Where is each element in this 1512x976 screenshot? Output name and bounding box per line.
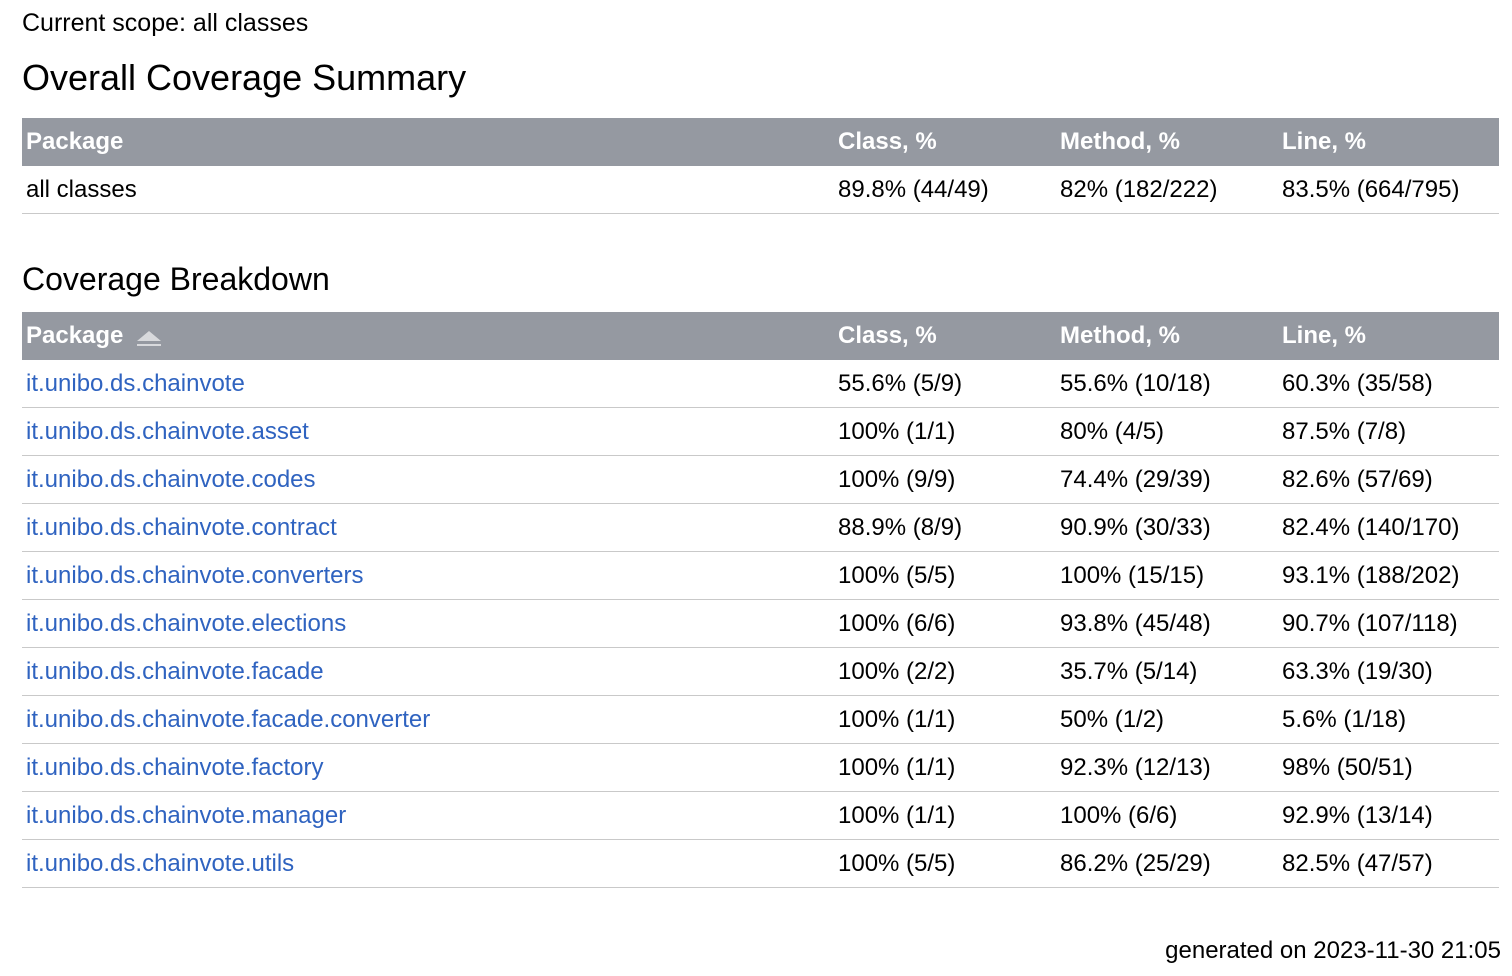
class-coverage: 100% (5/5): [834, 839, 1056, 888]
line-coverage: 82.4% (140/170): [1278, 503, 1499, 552]
table-row: it.unibo.ds.chainvote.facade.converter 10…: [22, 695, 1499, 744]
summary-header-line: Line, %: [1278, 118, 1499, 166]
method-coverage: 93.8% (45/48): [1056, 599, 1278, 648]
method-coverage: 74.4% (29/39): [1056, 455, 1278, 504]
class-coverage: 100% (6/6): [834, 599, 1056, 648]
summary-method-coverage: 82% (182/222): [1056, 166, 1278, 214]
summary-header-package: Package: [22, 118, 834, 166]
method-coverage: 50% (1/2): [1056, 695, 1278, 744]
breakdown-header-row: Package Class, % Method, % Line, %: [22, 312, 1499, 360]
table-row: it.unibo.ds.chainvote.codes 100% (9/9) 74.…: [22, 455, 1499, 504]
line-coverage: 82.5% (47/57): [1278, 839, 1499, 888]
method-coverage: 90.9% (30/33): [1056, 503, 1278, 552]
class-coverage: 100% (5/5): [834, 551, 1056, 600]
breakdown-table: Package Class, % Method, % Line, % it.un…: [22, 312, 1499, 888]
breakdown-header-package[interactable]: Package: [22, 312, 834, 360]
package-link[interactable]: it.unibo.ds.chainvote.factory: [26, 754, 324, 781]
summary-class-coverage: 89.8% (44/49): [834, 166, 1056, 214]
package-link[interactable]: it.unibo.ds.chainvote.facade.converter: [26, 706, 430, 733]
class-coverage: 100% (1/1): [834, 743, 1056, 792]
breakdown-header-package-label[interactable]: Package: [26, 322, 123, 349]
line-coverage: 82.6% (57/69): [1278, 455, 1499, 504]
summary-header-row: Package Class, % Method, % Line, %: [22, 118, 1499, 166]
sort-ascending-icon-underline: [137, 343, 162, 346]
line-coverage: 5.6% (1/18): [1278, 695, 1499, 744]
package-link[interactable]: it.unibo.ds.chainvote.asset: [26, 418, 309, 445]
summary-line-coverage: 83.5% (664/795): [1278, 166, 1499, 214]
method-coverage: 92.3% (12/13): [1056, 743, 1278, 792]
class-coverage: 100% (1/1): [834, 791, 1056, 840]
breakdown-title: Coverage Breakdown: [22, 261, 330, 297]
table-row: it.unibo.ds.chainvote.contract 88.9% (8/9…: [22, 503, 1499, 552]
scope-label: Current scope: all classes: [22, 9, 309, 37]
method-coverage: 35.7% (5/14): [1056, 647, 1278, 696]
method-coverage: 80% (4/5): [1056, 407, 1278, 456]
method-coverage: 86.2% (25/29): [1056, 839, 1278, 888]
table-row: it.unibo.ds.chainvote.utils 100% (5/5) 86.…: [22, 839, 1499, 888]
class-coverage: 100% (2/2): [834, 647, 1056, 696]
breakdown-header-method[interactable]: Method, %: [1056, 312, 1278, 360]
breakdown-header-line[interactable]: Line, %: [1278, 312, 1499, 360]
line-coverage: 87.5% (7/8): [1278, 407, 1499, 456]
table-row: it.unibo.ds.chainvote.asset 100% (1/1) 80%…: [22, 407, 1499, 456]
class-coverage: 100% (9/9): [834, 455, 1056, 504]
package-link[interactable]: it.unibo.ds.chainvote.manager: [26, 802, 346, 829]
method-coverage: 100% (6/6): [1056, 791, 1278, 840]
table-row: it.unibo.ds.chainvote.facade 100% (2/2) 35…: [22, 647, 1499, 696]
line-coverage: 60.3% (35/58): [1278, 360, 1499, 408]
table-row: it.unibo.ds.chainvote.manager 100% (1/1) 1…: [22, 791, 1499, 840]
table-row: it.unibo.ds.chainvote 55.6% (5/9) 55.6% (1…: [22, 360, 1499, 408]
package-link[interactable]: it.unibo.ds.chainvote.contract: [26, 514, 337, 541]
class-coverage: 88.9% (8/9): [834, 503, 1056, 552]
summary-row: all classes 89.8% (44/49) 82% (182/222) …: [22, 166, 1499, 214]
breakdown-body: it.unibo.ds.chainvote 55.6% (5/9) 55.6% (1…: [22, 360, 1499, 888]
generated-timestamp: generated on 2023-11-30 21:05: [1165, 937, 1501, 964]
line-coverage: 93.1% (188/202): [1278, 551, 1499, 600]
breakdown-header-class[interactable]: Class, %: [834, 312, 1056, 360]
table-row: it.unibo.ds.chainvote.factory 100% (1/1) 9…: [22, 743, 1499, 792]
line-coverage: 98% (50/51): [1278, 743, 1499, 792]
line-coverage: 90.7% (107/118): [1278, 599, 1499, 648]
summary-header-method: Method, %: [1056, 118, 1278, 166]
package-link[interactable]: it.unibo.ds.chainvote.facade: [26, 658, 324, 685]
package-link[interactable]: it.unibo.ds.chainvote: [26, 370, 245, 397]
method-coverage: 100% (15/15): [1056, 551, 1278, 600]
summary-title: Overall Coverage Summary: [22, 57, 467, 98]
class-coverage: 100% (1/1): [834, 695, 1056, 744]
summary-header-class: Class, %: [834, 118, 1056, 166]
class-coverage: 100% (1/1): [834, 407, 1056, 456]
package-link[interactable]: it.unibo.ds.chainvote.utils: [26, 850, 294, 877]
package-link[interactable]: it.unibo.ds.chainvote.elections: [26, 610, 346, 637]
table-row: it.unibo.ds.chainvote.converters 100% (5/…: [22, 551, 1499, 600]
line-coverage: 92.9% (13/14): [1278, 791, 1499, 840]
line-coverage: 63.3% (19/30): [1278, 647, 1499, 696]
summary-table: Package Class, % Method, % Line, % all c…: [22, 118, 1499, 214]
method-coverage: 55.6% (10/18): [1056, 360, 1278, 408]
sort-ascending-icon[interactable]: [137, 330, 162, 341]
class-coverage: 55.6% (5/9): [834, 360, 1056, 408]
package-link[interactable]: it.unibo.ds.chainvote.codes: [26, 466, 316, 493]
table-row: it.unibo.ds.chainvote.elections 100% (6/6…: [22, 599, 1499, 648]
summary-name: all classes: [22, 166, 834, 214]
package-link[interactable]: it.unibo.ds.chainvote.converters: [26, 562, 364, 589]
